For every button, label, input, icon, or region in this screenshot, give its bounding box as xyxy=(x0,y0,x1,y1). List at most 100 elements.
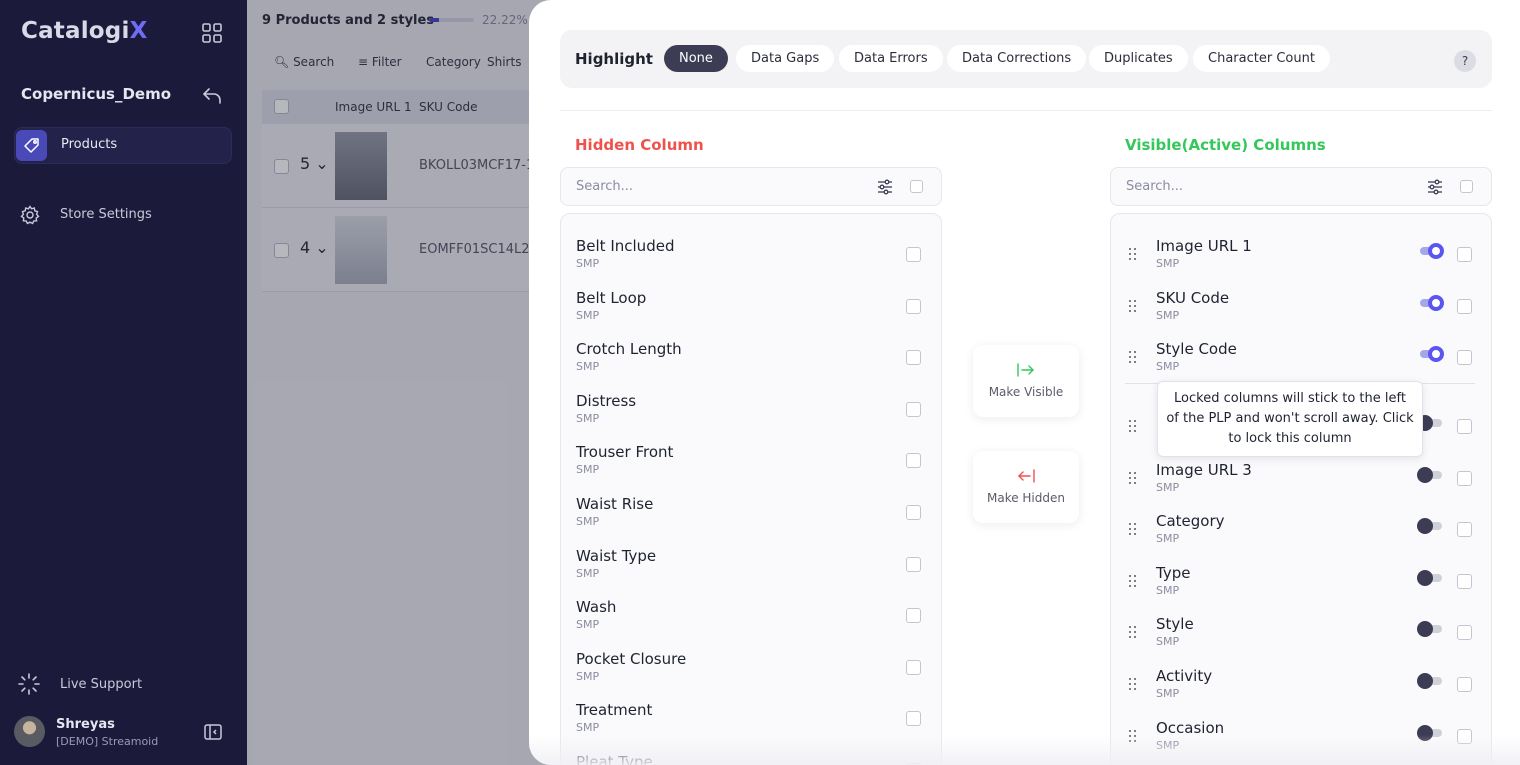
column-checkbox[interactable] xyxy=(1457,299,1472,314)
column-name: Belt Included xyxy=(576,237,675,255)
make-hidden-button[interactable]: Make Hidden xyxy=(973,451,1079,523)
column-checkbox[interactable] xyxy=(906,247,921,262)
column-source: SMP xyxy=(576,721,600,735)
lock-column-toggle[interactable] xyxy=(1420,295,1444,311)
lock-column-toggle[interactable] xyxy=(1420,346,1444,362)
visible-column-item[interactable]: SKU Code SMP xyxy=(1111,274,1491,324)
column-checkbox[interactable] xyxy=(906,350,921,366)
highlight-option-none[interactable]: None xyxy=(664,45,728,72)
column-name: Waist Rise xyxy=(576,495,654,513)
column-name: Pocket Closure xyxy=(576,649,687,668)
drag-handle-icon[interactable] xyxy=(1129,248,1137,260)
drag-handle-icon[interactable] xyxy=(1129,300,1137,312)
hidden-column-item[interactable]: Waist Rise SMP xyxy=(561,480,941,530)
filter-sliders-icon[interactable] xyxy=(877,179,893,195)
column-checkbox[interactable] xyxy=(1457,522,1472,537)
lock-column-toggle[interactable] xyxy=(1417,621,1442,637)
column-checkbox[interactable] xyxy=(906,711,921,727)
column-source: SMP xyxy=(576,669,600,683)
column-checkbox[interactable] xyxy=(906,453,921,469)
highlight-option-character-count[interactable]: Character Count xyxy=(1193,45,1330,72)
column-checkbox[interactable] xyxy=(1457,471,1472,486)
column-name: Style xyxy=(1156,615,1194,633)
column-source: SMP xyxy=(1156,360,1180,373)
lock-column-toggle[interactable] xyxy=(1417,673,1442,689)
drag-handle-icon[interactable] xyxy=(1129,351,1137,363)
visible-column-item[interactable]: Type SMP xyxy=(1111,549,1491,599)
drag-handle-icon[interactable] xyxy=(1129,472,1137,484)
apps-grid-icon[interactable] xyxy=(201,22,223,44)
column-source: SMP xyxy=(576,308,600,322)
visible-column-item[interactable]: Image URL 1 SMP xyxy=(1111,222,1491,272)
hidden-column-item[interactable]: Belt Loop SMP xyxy=(561,274,941,324)
visible-columns-title: Visible(Active) Columns xyxy=(1125,136,1326,154)
hidden-column-item[interactable]: Crotch Length SMP xyxy=(561,325,941,375)
filter-sliders-icon[interactable] xyxy=(1427,179,1443,195)
visible-column-item[interactable]: Style SMP xyxy=(1111,600,1491,650)
back-arrow-icon[interactable] xyxy=(201,84,223,106)
highlight-option-data-errors[interactable]: Data Errors xyxy=(839,45,943,72)
column-checkbox[interactable] xyxy=(1457,677,1472,692)
column-name: Wash xyxy=(576,598,617,617)
help-icon[interactable]: ? xyxy=(1454,50,1476,72)
column-checkbox[interactable] xyxy=(1457,574,1472,589)
bottom-fade xyxy=(529,735,1520,765)
drag-handle-icon[interactable] xyxy=(1129,575,1137,587)
hidden-columns-title: Hidden Column xyxy=(575,136,704,154)
sidebar-item-label: Store Settings xyxy=(60,207,152,222)
lock-column-toggle[interactable] xyxy=(1420,243,1444,259)
visible-columns-search[interactable]: Search... xyxy=(1110,167,1492,206)
column-name: Belt Loop xyxy=(576,288,647,307)
hidden-column-item[interactable]: Wash SMP xyxy=(561,583,941,633)
visible-column-item[interactable]: Category SMP xyxy=(1111,497,1491,547)
column-checkbox[interactable] xyxy=(906,659,921,675)
sidebar-item-store-settings[interactable]: Store Settings xyxy=(18,204,232,226)
drag-handle-icon[interactable] xyxy=(1129,420,1137,432)
column-checkbox[interactable] xyxy=(906,556,921,572)
hidden-column-item[interactable]: Waist Type SMP xyxy=(561,532,941,582)
lock-column-toggle[interactable] xyxy=(1417,518,1442,534)
visible-column-item[interactable]: Activity SMP xyxy=(1111,652,1491,702)
hidden-columns-search[interactable]: Search... xyxy=(560,167,942,206)
app-logo[interactable]: CatalogiX xyxy=(21,18,148,44)
live-support-link[interactable]: Live Support xyxy=(18,673,232,695)
highlight-option-data-corrections[interactable]: Data Corrections xyxy=(947,45,1087,72)
column-name: Activity xyxy=(1156,667,1213,685)
column-name: Style Code xyxy=(1156,340,1237,358)
highlight-option-data-gaps[interactable]: Data Gaps xyxy=(736,45,835,72)
hidden-column-item[interactable]: Treatment SMP xyxy=(561,686,941,736)
sidebar-item-products[interactable]: Products xyxy=(14,127,232,164)
lock-column-toggle[interactable] xyxy=(1417,415,1442,431)
collapse-sidebar-icon[interactable] xyxy=(203,722,223,742)
column-checkbox[interactable] xyxy=(906,608,921,624)
column-checkbox[interactable] xyxy=(906,505,921,520)
highlight-option-duplicates[interactable]: Duplicates xyxy=(1089,45,1188,72)
visible-column-item[interactable]: Style Code SMP xyxy=(1111,325,1491,375)
hidden-column-item[interactable]: Distress SMP xyxy=(561,377,941,427)
lock-column-toggle[interactable] xyxy=(1417,467,1442,483)
select-all-visible-checkbox[interactable] xyxy=(1460,180,1473,193)
workspace-name: Copernicus_Demo xyxy=(21,85,171,103)
column-source: SMP xyxy=(1156,309,1180,322)
column-checkbox[interactable] xyxy=(1457,247,1472,262)
drag-handle-icon[interactable] xyxy=(1129,626,1137,638)
column-checkbox[interactable] xyxy=(906,298,921,314)
make-visible-button[interactable]: Make Visible xyxy=(973,345,1079,417)
toggle-knob xyxy=(1428,346,1444,362)
column-name: Type xyxy=(1156,564,1191,582)
drag-handle-icon[interactable] xyxy=(1129,678,1137,690)
column-checkbox[interactable] xyxy=(1457,419,1472,434)
user-profile[interactable]: Shreyas [DEMO] Streamoid xyxy=(14,716,234,752)
hidden-column-item[interactable]: Pocket Closure SMP xyxy=(561,635,941,685)
select-all-hidden-checkbox[interactable] xyxy=(910,180,923,193)
lock-column-toggle[interactable] xyxy=(1417,570,1442,586)
hidden-column-item[interactable]: Belt Included SMP xyxy=(561,222,941,272)
sidebar-item-label: Products xyxy=(61,137,118,152)
hidden-column-item[interactable]: Trouser Front SMP xyxy=(561,428,941,478)
column-source: SMP xyxy=(1156,584,1180,597)
drag-handle-icon[interactable] xyxy=(1129,523,1137,535)
products-badge xyxy=(16,130,47,161)
column-checkbox[interactable] xyxy=(1457,350,1472,365)
column-checkbox[interactable] xyxy=(1457,625,1472,640)
column-checkbox[interactable] xyxy=(906,401,921,417)
